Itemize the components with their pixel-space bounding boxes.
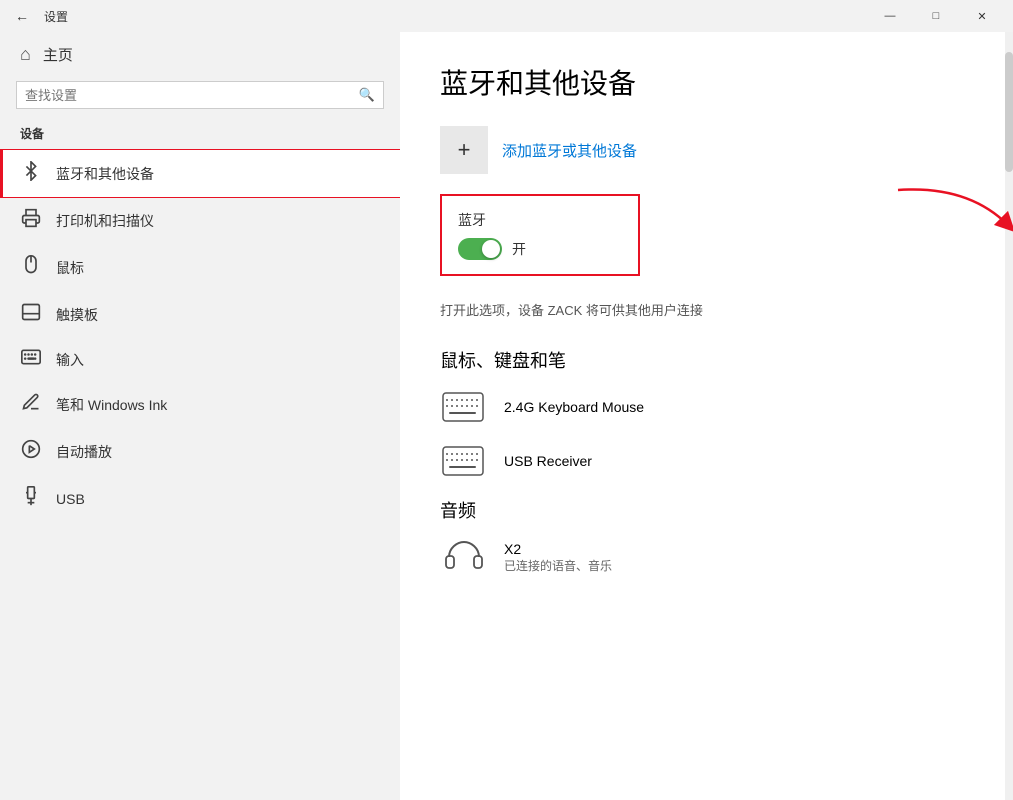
search-icon: 🔍 [359, 87, 375, 103]
sidebar-item-pen-label: 笔和 Windows Ink [56, 395, 167, 415]
minimize-button[interactable]: — [867, 0, 913, 32]
sidebar-item-usb[interactable]: USB [0, 475, 400, 522]
bluetooth-section: 蓝牙 开 [440, 194, 640, 276]
bluetooth-toggle[interactable] [458, 238, 502, 260]
back-button[interactable]: ← [8, 2, 36, 30]
sidebar-item-home[interactable]: ⌂ 主页 [0, 32, 400, 77]
sidebar-section-label: 设备 [0, 121, 400, 150]
device-info-keyboard-mouse: 2.4G Keyboard Mouse [504, 399, 644, 415]
sidebar-item-pen[interactable]: 笔和 Windows Ink [0, 381, 400, 428]
sidebar-item-input[interactable]: 输入 [0, 338, 400, 381]
sidebar-item-autoplay-label: 自动播放 [56, 442, 112, 462]
titlebar: ← 设置 — □ ✕ [0, 0, 1013, 32]
bluetooth-toggle-row: 开 [458, 238, 622, 260]
titlebar-title: 设置 [44, 8, 68, 25]
sidebar-item-touchpad-label: 触摸板 [56, 305, 98, 325]
sidebar-item-mouse-label: 鼠标 [56, 258, 84, 278]
add-device-label: 添加蓝牙或其他设备 [502, 140, 637, 161]
keyboard-mouse-icon [442, 392, 486, 422]
close-button[interactable]: ✕ [959, 0, 1005, 32]
sidebar-item-printers[interactable]: 打印机和扫描仪 [0, 197, 400, 244]
device-item-x2: X2 已连接的语音、音乐 [440, 539, 973, 575]
page-title: 蓝牙和其他设备 [440, 62, 973, 102]
usb-receiver-icon [442, 446, 486, 476]
device-info-x2: X2 已连接的语音、音乐 [504, 541, 612, 574]
pen-icon [20, 392, 42, 417]
autoplay-icon [20, 439, 42, 464]
bluetooth-description: 打开此选项，设备 ZACK 将可供其他用户连接 [440, 300, 973, 319]
sidebar: ⌂ 主页 🔍 设备 蓝牙和其他设备 打印机和扫描仪 [0, 32, 400, 800]
printers-icon [20, 208, 42, 233]
sidebar-item-autoplay[interactable]: 自动播放 [0, 428, 400, 475]
sidebar-item-mouse[interactable]: 鼠标 [0, 244, 400, 291]
sidebar-home-label: 主页 [43, 44, 73, 65]
usb-receiver-icon-box [440, 443, 488, 479]
annotation-arrow [888, 180, 1013, 240]
mouse-icon [20, 255, 42, 280]
titlebar-left: ← 设置 [8, 2, 68, 30]
sidebar-item-input-label: 输入 [56, 350, 84, 370]
device-item-usb-receiver: USB Receiver [440, 443, 973, 479]
content-area: 蓝牙和其他设备 + 添加蓝牙或其他设备 蓝牙 开 打开此 [400, 32, 1013, 800]
device-name-x2: X2 [504, 541, 612, 557]
toggle-knob [482, 240, 500, 258]
device-item-keyboard-mouse: 2.4G Keyboard Mouse [440, 389, 973, 425]
headphone-icon [444, 539, 484, 575]
sidebar-item-touchpad[interactable]: 触摸板 [0, 291, 400, 338]
touchpad-icon [20, 302, 42, 327]
titlebar-controls: — □ ✕ [867, 0, 1005, 32]
sidebar-item-bluetooth[interactable]: 蓝牙和其他设备 [0, 150, 400, 197]
audio-heading: 音频 [440, 497, 973, 523]
scrollbar-track[interactable] [1005, 32, 1013, 800]
device-name-keyboard-mouse: 2.4G Keyboard Mouse [504, 399, 644, 415]
bluetooth-label: 蓝牙 [458, 210, 622, 230]
sidebar-item-bluetooth-label: 蓝牙和其他设备 [56, 164, 154, 184]
main-container: ⌂ 主页 🔍 设备 蓝牙和其他设备 打印机和扫描仪 [0, 32, 1013, 800]
keyboard-mouse-icon-box [440, 389, 488, 425]
bluetooth-icon [20, 161, 42, 186]
search-input[interactable] [25, 88, 359, 103]
scrollbar-thumb[interactable] [1005, 52, 1013, 172]
device-status-x2: 已连接的语音、音乐 [504, 557, 612, 574]
x2-icon-box [440, 539, 488, 575]
add-device-button[interactable]: + 添加蓝牙或其他设备 [440, 126, 973, 174]
maximize-button[interactable]: □ [913, 0, 959, 32]
toggle-on-label: 开 [512, 239, 526, 259]
add-device-plus-icon[interactable]: + [440, 126, 488, 174]
device-name-usb-receiver: USB Receiver [504, 453, 592, 469]
input-icon [20, 349, 42, 370]
device-info-usb-receiver: USB Receiver [504, 453, 592, 469]
mouse-keyboard-heading: 鼠标、键盘和笔 [440, 347, 973, 373]
search-box: 🔍 [16, 81, 384, 109]
sidebar-item-usb-label: USB [56, 491, 85, 507]
sidebar-item-printers-label: 打印机和扫描仪 [56, 211, 154, 231]
usb-icon [20, 486, 42, 511]
home-icon: ⌂ [20, 44, 31, 65]
